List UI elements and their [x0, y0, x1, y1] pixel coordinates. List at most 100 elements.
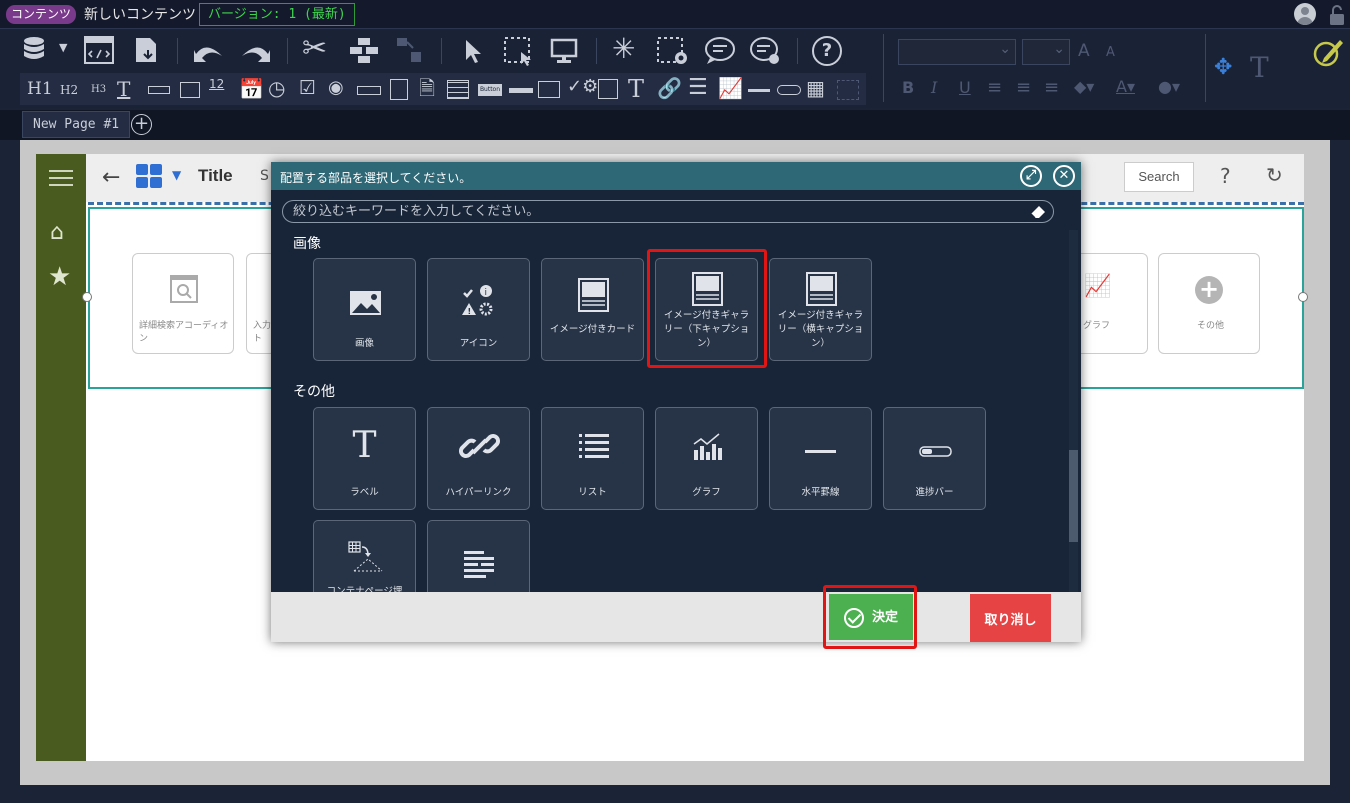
component-text-block[interactable] [427, 520, 530, 592]
hamburger-icon[interactable] [49, 170, 73, 186]
dialog-scrollbar-thumb[interactable] [1069, 450, 1078, 542]
h2-icon[interactable]: H2 [60, 84, 78, 96]
number-input-icon[interactable]: 12 [209, 78, 224, 90]
add-page-icon[interactable]: + [131, 114, 152, 135]
calendar-icon[interactable]: 📅 [239, 79, 264, 99]
user-avatar-icon[interactable] [1294, 3, 1316, 25]
resize-handle-right[interactable] [1298, 292, 1308, 302]
resize-handle-left[interactable] [82, 292, 92, 302]
eraser-icon[interactable] [1029, 204, 1047, 219]
close-icon[interactable]: ✕ [1053, 165, 1075, 187]
font-grow-icon[interactable]: A [1078, 43, 1090, 60]
button-icon[interactable]: Button [478, 84, 502, 96]
radio-icon[interactable]: ◉ [328, 79, 344, 97]
h3-icon[interactable]: H3 [91, 85, 106, 95]
comment-icon[interactable] [704, 36, 736, 66]
toolbar-separator [883, 34, 884, 102]
chevron-down-icon[interactable]: ▼ [172, 168, 181, 182]
text-input-icon[interactable]: T [117, 79, 130, 99]
question-icon[interactable]: ? [1220, 164, 1231, 188]
icon-tool-icon[interactable]: ✓⚙ [567, 78, 598, 96]
select-pointer-icon[interactable] [462, 38, 486, 66]
underline-icon[interactable]: U [959, 80, 971, 96]
select-area-icon[interactable] [503, 36, 535, 66]
version-badge[interactable]: バージョン: 1 (最新) [199, 3, 355, 26]
page-tab[interactable]: New Page #1 [22, 111, 131, 138]
link-tool-icon[interactable]: 🔗 [657, 78, 682, 98]
content-title[interactable]: 新しいコンテンツ [84, 4, 196, 24]
app-grid-icon[interactable] [136, 164, 164, 190]
user-style-icon[interactable]: ●▾ [1158, 79, 1180, 95]
component-chart[interactable]: グラフ [655, 407, 758, 510]
back-arrow-icon[interactable]: ← [102, 165, 120, 190]
export-document-icon[interactable] [134, 36, 160, 64]
component-icon[interactable]: i ! アイコン [427, 258, 530, 361]
font-color-icon[interactable]: A▾ [1116, 79, 1135, 95]
checkbox-icon[interactable]: ☑ [299, 79, 316, 98]
cancel-button[interactable]: 取り消し [970, 594, 1051, 642]
list-tool-icon[interactable]: ☰ [688, 77, 708, 99]
preview-monitor-icon[interactable] [550, 38, 578, 64]
hr-tool-icon[interactable] [748, 89, 770, 92]
component-label[interactable]: T ラベル [313, 407, 416, 510]
component-label: イメージ付きギャラリー（横キャプション） [777, 310, 864, 349]
image-card-tool-icon[interactable] [598, 79, 618, 99]
component-progress-bar[interactable]: 進捗バー [883, 407, 986, 510]
font-family-select[interactable] [898, 39, 1016, 65]
italic-icon[interactable]: I [931, 80, 937, 96]
fill-color-icon[interactable]: ◆▾ [1074, 79, 1094, 95]
blank-area-tool-icon[interactable] [837, 80, 859, 100]
container-page-tool-icon[interactable]: ▦ [806, 78, 825, 98]
component-horizontal-rule[interactable]: 水平罫線 [769, 407, 872, 510]
redo-icon[interactable] [240, 40, 272, 62]
component-container-page[interactable]: コンテナページ埋 [313, 520, 416, 593]
font-size-select[interactable] [1022, 39, 1070, 65]
expand-icon[interactable]: ⤢ [1020, 165, 1042, 187]
preview-card-search-accordion[interactable]: 詳細検索アコーディオン [132, 253, 234, 354]
align-center-icon[interactable]: ≡ [1016, 79, 1031, 97]
slider-icon[interactable] [509, 88, 533, 93]
component-list[interactable]: リスト [541, 407, 644, 510]
table-icon[interactable] [447, 80, 469, 99]
loading-spinner-icon[interactable]: ✳ [612, 35, 635, 63]
star-icon[interactable]: ★ [48, 262, 71, 292]
cut-icon[interactable]: ✂ [302, 34, 327, 64]
label-tool-icon[interactable]: T [628, 77, 644, 101]
edit-pencil-icon[interactable] [1312, 36, 1344, 68]
reload-icon[interactable]: ↻ [1266, 163, 1283, 187]
area-settings-icon[interactable] [656, 36, 690, 66]
select-icon[interactable] [357, 86, 381, 95]
preview-card-other[interactable]: + その他 [1158, 253, 1260, 354]
component-image[interactable]: 画像 [313, 258, 416, 361]
file-upload-icon[interactable]: 🗎 [419, 78, 435, 98]
align-left-icon[interactable]: ≡ [987, 79, 1002, 97]
font-shrink-icon[interactable]: A [1106, 46, 1115, 59]
move-arrows-icon[interactable]: ✥ [1214, 57, 1232, 79]
align-right-icon[interactable]: ≡ [1044, 79, 1059, 97]
text-style-icon[interactable]: T [1250, 54, 1269, 82]
transfer-icon[interactable] [395, 36, 423, 64]
home-icon[interactable]: ⌂ [50, 220, 64, 245]
database-icon[interactable] [22, 36, 52, 62]
chart-tool-icon[interactable]: 📈 [718, 78, 743, 98]
components-icon[interactable] [348, 36, 380, 64]
filter-input[interactable] [293, 203, 1013, 220]
image-tool-icon[interactable] [538, 81, 560, 98]
textarea-icon[interactable] [180, 82, 200, 98]
preview-search-button[interactable]: Search [1124, 162, 1194, 192]
undo-icon[interactable] [192, 40, 224, 62]
database-dropdown-icon[interactable]: ▼ [59, 42, 67, 53]
component-gallery-side-caption[interactable]: イメージ付きギャラリー（横キャプション） [769, 258, 872, 361]
comment-settings-icon[interactable] [749, 36, 781, 66]
component-hyperlink[interactable]: ハイパーリンク [427, 407, 530, 510]
listbox-icon[interactable] [390, 79, 408, 100]
help-icon[interactable]: ? [812, 36, 842, 66]
progress-tool-icon[interactable] [777, 85, 801, 95]
unlock-icon[interactable] [1328, 4, 1346, 26]
component-image-card[interactable]: イメージ付きカード [541, 258, 644, 361]
time-icon[interactable]: ◷ [268, 78, 285, 98]
h1-icon[interactable]: H1 [27, 81, 53, 98]
bold-icon[interactable]: B [902, 80, 914, 96]
html-source-icon[interactable] [84, 36, 114, 64]
textbox-icon[interactable] [148, 86, 170, 94]
